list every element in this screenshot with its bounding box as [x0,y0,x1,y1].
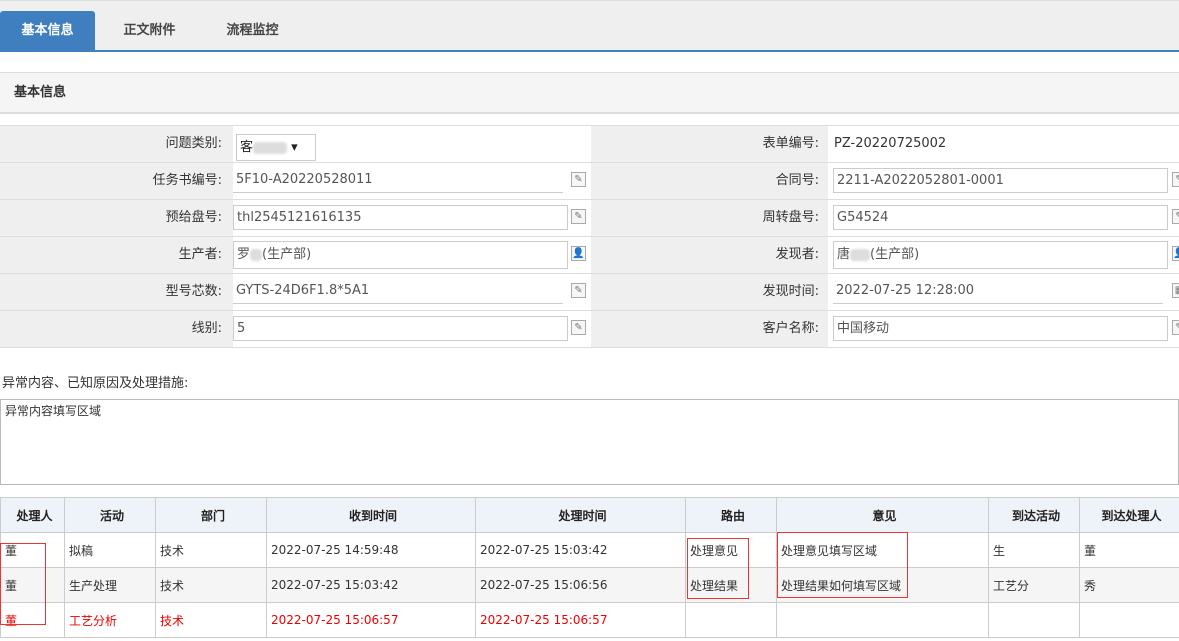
approval-table: 处理人 活动 部门 收到时间 处理时间 路由 意见 到达活动 到达处理人 董拟稿… [0,497,1179,638]
col-route: 路由 [685,497,777,533]
table-row: 董工艺分析 技术 2022-07-25 15:06:57 2022-07-25 15:… [0,602,1179,638]
edit-icon[interactable]: ✎ [1172,320,1179,335]
find-time-label: 发现时间: [762,284,819,299]
turn-disk-input[interactable]: G54524 [833,205,1168,230]
col-dept: 部门 [155,497,267,533]
user-picker-icon[interactable]: 👤 [571,246,586,261]
model-input[interactable]: GYTS-24D6F1.8*5A1 [233,279,563,304]
abnormal-textarea[interactable]: 异常内容填写区域 [0,399,1179,485]
pre-disk-label: 预给盘号: [165,210,222,225]
edit-icon[interactable]: ✎ [1172,172,1179,187]
edit-icon[interactable]: ✎ [571,283,586,298]
tab-attachments[interactable]: 正文附件 [102,11,197,51]
tab-process-monitor[interactable]: 流程监控 [205,11,300,51]
col-next-activity: 到达活动 [988,497,1080,533]
producer-input[interactable]: 罗 (生产部) [233,241,568,269]
col-processed: 处理时间 [475,497,686,533]
customer-label: 客户名称: [762,321,819,336]
table-row: 董拟稿 技术 2022-07-25 14:59:48 2022-07-25 15:03… [0,532,1179,568]
calendar-icon[interactable]: ▦ [1172,283,1179,298]
model-label: 型号芯数: [165,284,222,299]
form-no-label: 表单编号: [762,136,819,151]
customer-input[interactable]: 中国移动 [833,316,1168,341]
col-handler: 处理人 [0,497,65,533]
section-title: 基本信息 [0,72,1179,114]
contract-input[interactable]: 2211-A2022052801-0001 [833,168,1168,193]
line-label: 线别: [191,321,222,336]
tab-basic-info[interactable]: 基本信息 [0,11,95,51]
col-opinion: 意见 [776,497,989,533]
pre-disk-input[interactable]: thl2545121616135 [233,205,568,230]
user-picker-icon[interactable]: 👤 [1172,246,1179,261]
issue-type-select[interactable]: 客 ▾ [236,134,316,161]
form-no-value: PZ-20220725002 [834,136,947,151]
basic-info-form: 问题类别: 客 ▾ 表单编号: PZ-20220725002 任务书编号: 5F… [0,125,1179,348]
tab-bar: 基本信息 正文附件 流程监控 [0,0,1179,52]
line-input[interactable]: 5 [233,316,568,341]
edit-icon[interactable]: ✎ [571,209,586,224]
col-activity: 活动 [64,497,156,533]
col-received: 收到时间 [266,497,476,533]
finder-label: 发现者: [775,247,819,262]
col-next-handler: 到达处理人 [1079,497,1179,533]
contract-label: 合同号: [775,173,819,188]
abnormal-label: 异常内容、已知原因及处理措施: [2,376,189,391]
finder-input[interactable]: 唐 (生产部) [833,241,1168,269]
edit-icon[interactable]: ✎ [1172,209,1179,224]
task-no-input[interactable]: 5F10-A20220528011 [233,168,563,193]
edit-icon[interactable]: ✎ [571,172,586,187]
producer-label: 生产者: [178,247,222,262]
turn-disk-label: 周转盘号: [762,210,819,225]
find-time-input[interactable]: 2022-07-25 12:28:00 [833,279,1163,304]
edit-icon[interactable]: ✎ [571,320,586,335]
table-row: 董生产处理 技术 2022-07-25 15:03:42 2022-07-25 15:… [0,567,1179,603]
task-no-label: 任务书编号: [152,173,222,188]
issue-type-label: 问题类别: [165,136,222,151]
dropdown-arrow-icon: ▾ [291,140,298,155]
